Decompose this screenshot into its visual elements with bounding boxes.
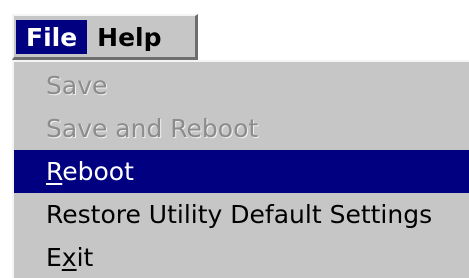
menu-item-exit[interactable]: Exit [14, 236, 469, 278]
menu-item-exit-label: Exit [46, 243, 94, 272]
menu-item-save-and-reboot[interactable]: Save and Reboot [14, 107, 469, 150]
menu-item-restore-defaults-label: Restore Utility Default Settings [46, 200, 433, 229]
menu-help-label: Help [97, 22, 162, 52]
screen: File Help Save Save and Reboot Reboot Re… [0, 0, 469, 278]
menu-bar: File Help [12, 14, 198, 60]
menu-item-save[interactable]: Save [14, 64, 469, 107]
menu-file-label: File [26, 22, 78, 52]
menu-item-restore-defaults[interactable]: Restore Utility Default Settings [14, 193, 469, 236]
menu-item-reboot-label: Reboot [46, 157, 134, 186]
menu-item-save-and-reboot-label: Save and Reboot [46, 114, 259, 143]
menu-file[interactable]: File [16, 20, 88, 54]
menu-item-reboot[interactable]: Reboot [14, 150, 469, 193]
menu-item-save-label: Save [46, 71, 108, 100]
menu-help[interactable]: Help [87, 20, 171, 54]
file-dropdown-menu: Save Save and Reboot Reboot Restore Util… [12, 60, 469, 278]
